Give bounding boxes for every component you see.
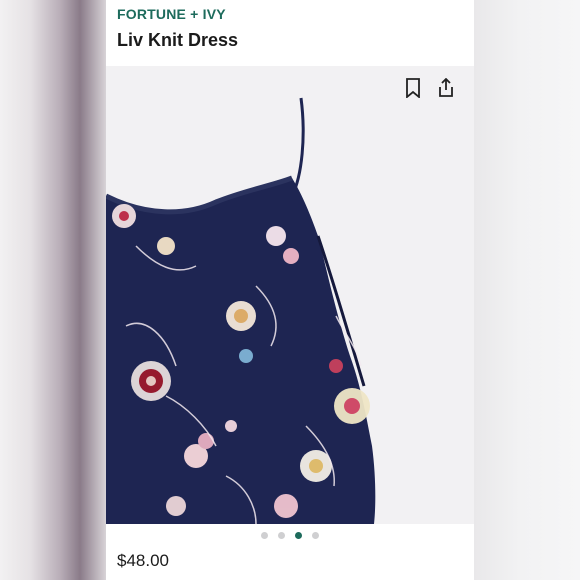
share-icon[interactable] <box>437 78 457 98</box>
product-card: FORTUNE + IVY Liv Knit Dress $48.00 <box>106 0 474 580</box>
product-image[interactable] <box>106 66 474 524</box>
carousel-dot-4[interactable] <box>312 532 319 539</box>
price: $48.00 <box>117 551 169 570</box>
dress-photo-svg <box>106 97 376 524</box>
carousel-dot-2[interactable] <box>278 532 285 539</box>
brand-name[interactable]: FORTUNE + IVY <box>117 6 226 22</box>
bookmark-icon[interactable] <box>405 78 425 98</box>
carousel-dot-3-active[interactable] <box>295 532 302 539</box>
carousel-dots <box>106 532 474 539</box>
product-title: Liv Knit Dress <box>117 30 239 50</box>
carousel-dot-1[interactable] <box>261 532 268 539</box>
